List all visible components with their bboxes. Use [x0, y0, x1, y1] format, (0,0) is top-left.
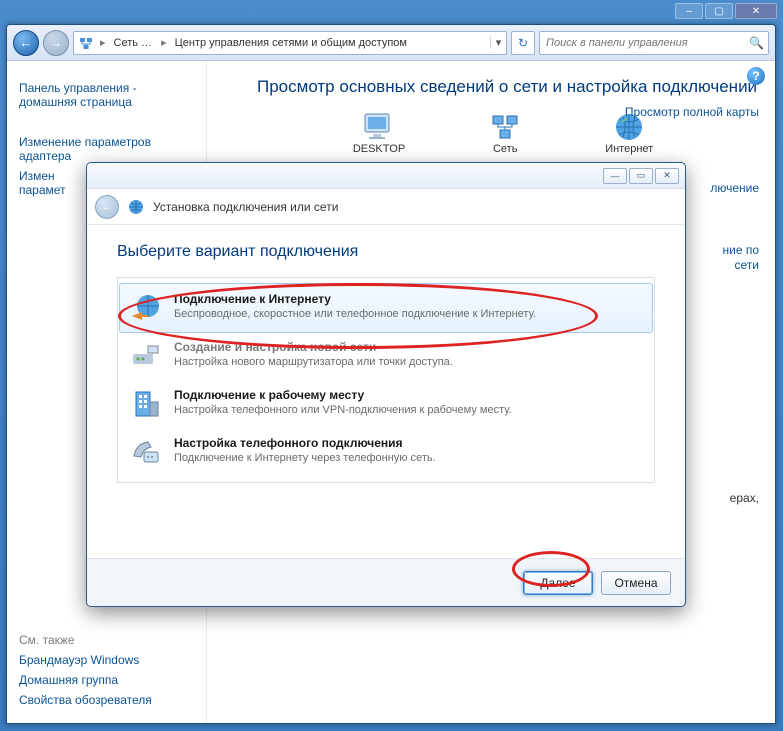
- sidebar-homegroup[interactable]: Домашняя группа: [19, 673, 195, 687]
- sidebar-ie-options[interactable]: Свойства обозревателя: [19, 693, 195, 707]
- option-desc: Подключение к Интернету через телефонную…: [174, 452, 436, 464]
- connection-wizard-dialog: — ▭ ✕ ← Установка подключения или сети В…: [86, 162, 686, 607]
- os-maximize-button[interactable]: ▢: [705, 3, 733, 19]
- explorer-toolbar: ← → ▸ Сеть … ▸ Центр управления сетями и…: [7, 25, 775, 61]
- next-button[interactable]: Далее: [523, 571, 593, 595]
- partial-text-3: ерах,: [730, 491, 759, 505]
- wizard-content: Выберите вариант подключения Подключение…: [87, 225, 685, 558]
- wizard-button-bar: Далее Отмена: [87, 558, 685, 606]
- sidebar-firewall[interactable]: Брандмауэр Windows: [19, 653, 195, 667]
- os-minimize-button[interactable]: –: [675, 3, 703, 19]
- address-dropdown[interactable]: ▾: [490, 36, 506, 49]
- crumb-root[interactable]: Сеть …: [108, 37, 160, 49]
- option-new-network[interactable]: Создание и настройка новой сети Настройк…: [120, 332, 652, 380]
- lan-icon: [485, 111, 525, 143]
- wizard-back-button[interactable]: ←: [95, 195, 119, 219]
- sidebar-adapter-settings[interactable]: Изменение параметров адаптера: [19, 135, 194, 163]
- wizard-titlebar: — ▭ ✕: [87, 163, 685, 189]
- node-label: DESKTOP: [353, 143, 405, 155]
- sidebar-see-also: См. также Брандмауэр Windows Домашняя гр…: [19, 633, 195, 713]
- option-workplace[interactable]: Подключение к рабочему месту Настройка т…: [120, 380, 652, 428]
- help-icon[interactable]: ?: [747, 67, 765, 85]
- option-dialup[interactable]: Настройка телефонного подключения Подклю…: [120, 428, 652, 476]
- option-title: Подключение к рабочему месту: [174, 388, 512, 402]
- wizard-icon: [127, 198, 145, 216]
- nav-back-button[interactable]: ←: [13, 30, 39, 56]
- network-icon: [78, 35, 94, 51]
- wizard-maximize-button[interactable]: ▭: [629, 168, 653, 184]
- node-label: Сеть: [493, 143, 517, 155]
- nav-forward-button[interactable]: →: [43, 30, 69, 56]
- option-desc: Беспроводное, скоростное или телефонное …: [174, 308, 536, 320]
- wizard-close-button[interactable]: ✕: [655, 168, 679, 184]
- network-node-desktop: DESKTOP: [353, 111, 405, 155]
- partial-link-1[interactable]: лючение: [710, 181, 759, 195]
- phone-modem-icon: [130, 436, 162, 468]
- building-icon: [130, 388, 162, 420]
- globe-arrow-icon: [130, 292, 162, 324]
- search-box[interactable]: 🔍: [539, 31, 769, 55]
- partial-link-2a[interactable]: ние по: [722, 243, 759, 257]
- router-icon: [130, 340, 162, 372]
- see-also-heading: См. также: [19, 633, 195, 647]
- wizard-heading: Выберите вариант подключения: [117, 243, 655, 261]
- partial-link-2b[interactable]: сети: [735, 258, 759, 272]
- sidebar-share-text1: Измен: [19, 169, 55, 183]
- option-title: Создание и настройка новой сети: [174, 340, 453, 354]
- wizard-header-title: Установка подключения или сети: [153, 200, 338, 214]
- page-title: Просмотр основных сведений о сети и наст…: [257, 77, 759, 97]
- search-icon: 🔍: [749, 36, 764, 50]
- search-input[interactable]: [544, 36, 749, 50]
- option-title: Подключение к Интернету: [174, 292, 536, 306]
- option-title: Настройка телефонного подключения: [174, 436, 436, 450]
- desktop-icon: [359, 111, 399, 143]
- cancel-button[interactable]: Отмена: [601, 571, 671, 595]
- network-node-lan: Сеть: [485, 111, 525, 155]
- crumb-separator: ▸: [98, 36, 108, 49]
- option-connect-internet[interactable]: Подключение к Интернету Беспроводное, ск…: [119, 283, 653, 333]
- address-breadcrumb[interactable]: ▸ Сеть … ▸ Центр управления сетями и общ…: [73, 31, 507, 55]
- refresh-button[interactable]: ↻: [511, 31, 535, 55]
- sidebar-share-text2: парамет: [19, 183, 66, 197]
- wizard-minimize-button[interactable]: —: [603, 168, 627, 184]
- option-desc: Настройка нового маршрутизатора или точк…: [174, 356, 453, 368]
- option-desc: Настройка телефонного или VPN-подключени…: [174, 404, 512, 416]
- sidebar-cp-home[interactable]: Панель управления - домашняя страница: [19, 81, 194, 109]
- os-close-button[interactable]: ✕: [735, 3, 777, 19]
- view-full-map-link[interactable]: Просмотр полной карты: [625, 105, 759, 119]
- os-titlebar: – ▢ ✕: [0, 0, 783, 20]
- crumb-current[interactable]: Центр управления сетями и общим доступом: [169, 37, 414, 49]
- crumb-separator: ▸: [159, 36, 169, 49]
- wizard-header: ← Установка подключения или сети: [87, 189, 685, 225]
- node-label: Интернет: [605, 143, 653, 155]
- connection-options-list: Подключение к Интернету Беспроводное, ск…: [117, 277, 655, 483]
